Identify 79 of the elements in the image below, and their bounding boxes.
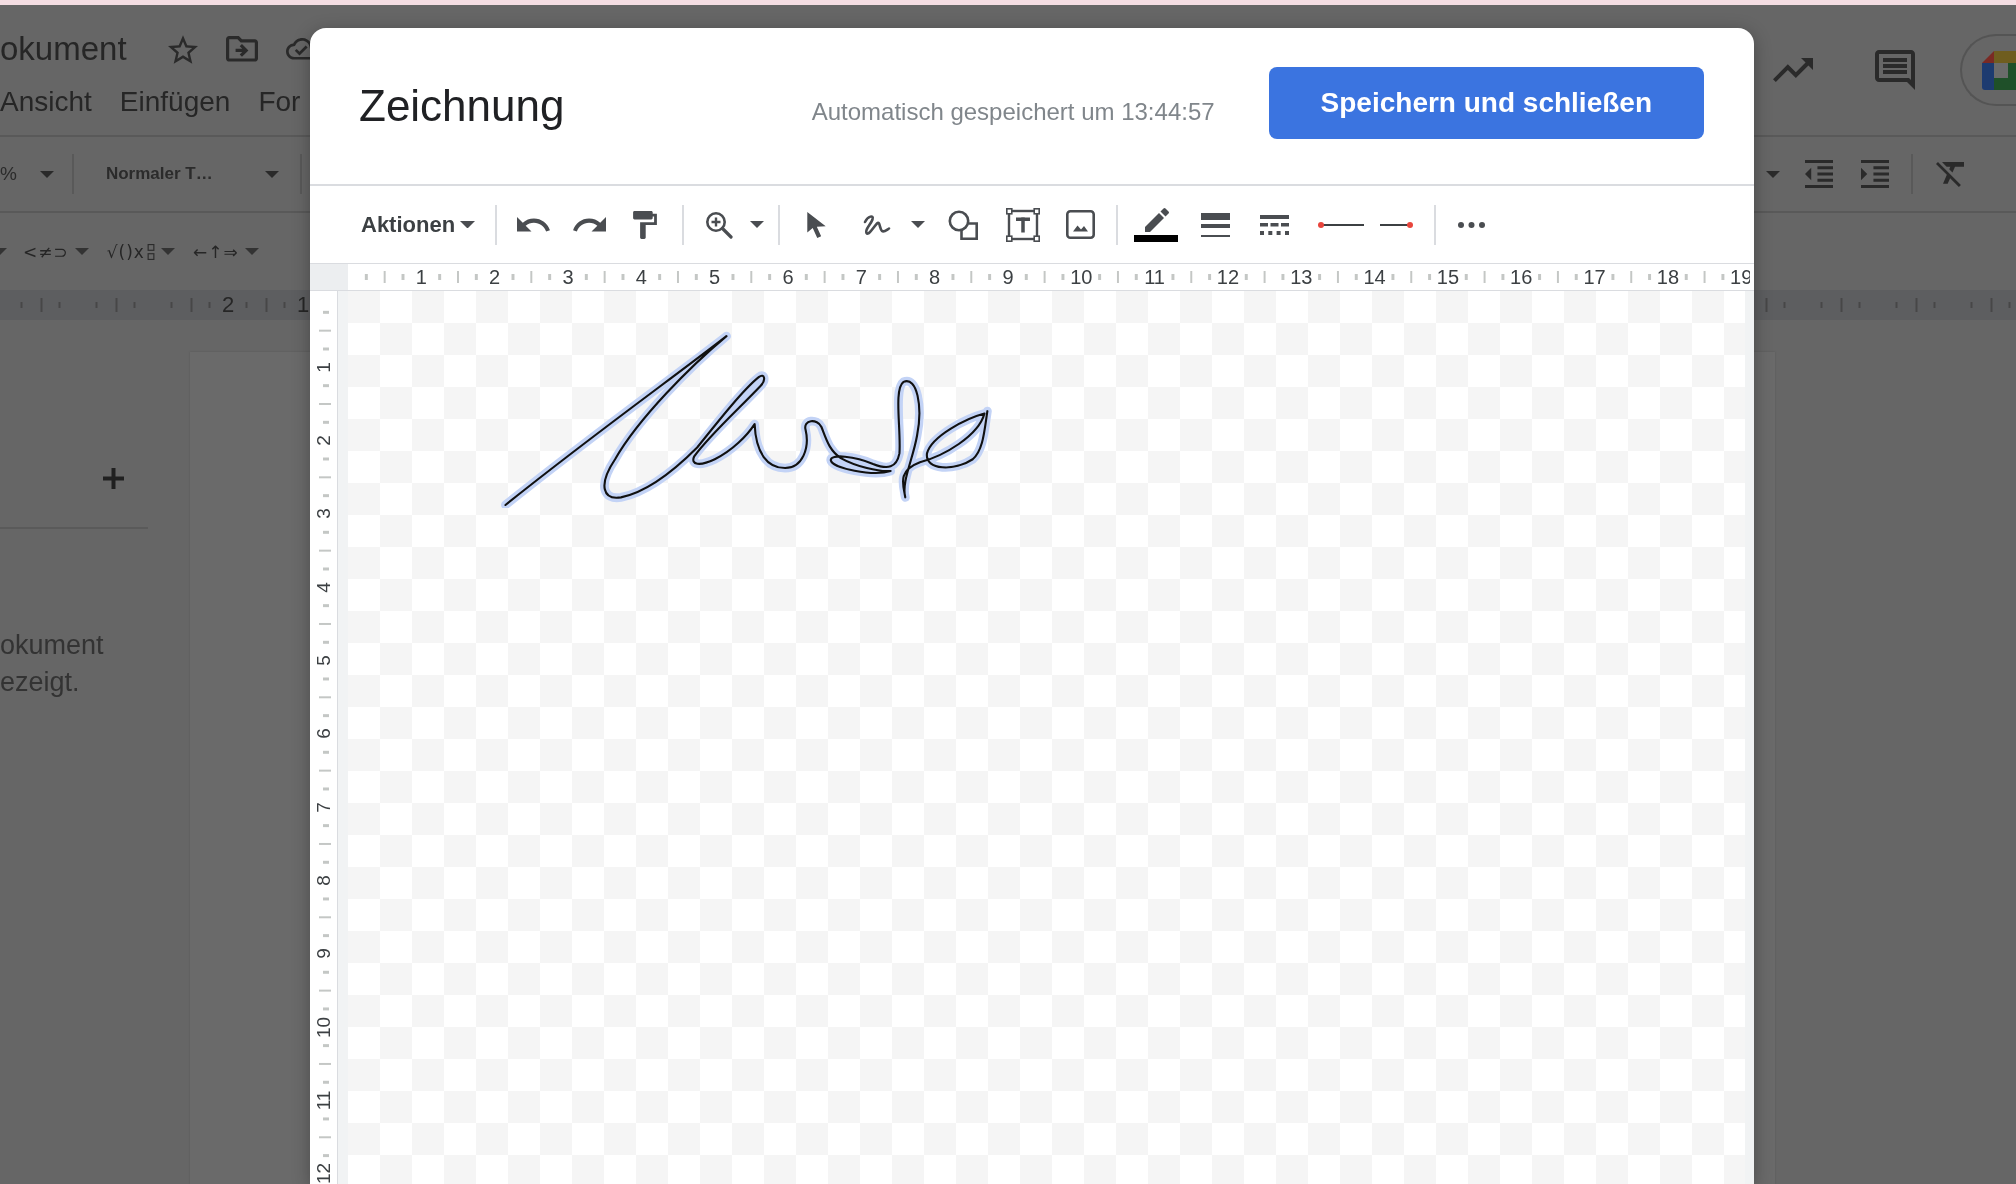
ruler-number: 1 bbox=[415, 267, 427, 287]
caret-icon bbox=[160, 248, 175, 255]
ruler-number: 10 bbox=[314, 1016, 333, 1038]
ruler-number: 2 bbox=[314, 435, 333, 446]
paint-roller-icon[interactable] bbox=[633, 210, 658, 239]
menu-item[interactable]: For bbox=[258, 85, 301, 119]
cloud-check-icon[interactable] bbox=[285, 38, 311, 60]
save-and-close-button[interactable]: Speichern und schließen bbox=[1268, 67, 1704, 139]
ruler-number: 5 bbox=[314, 655, 333, 666]
shape-icon[interactable] bbox=[948, 209, 979, 240]
ruler-number: 15 bbox=[1436, 267, 1460, 287]
ruler-number: 4 bbox=[635, 267, 647, 287]
indent-icon[interactable] bbox=[1861, 160, 1889, 188]
line-weight-icon[interactable] bbox=[1200, 212, 1230, 237]
paragraph-style-select[interactable]: Normaler T… bbox=[105, 154, 279, 194]
ruler-number: 16 bbox=[1510, 267, 1533, 287]
ruler-number: 7 bbox=[855, 267, 867, 287]
menu-item[interactable]: Ansicht bbox=[0, 85, 92, 119]
zoom-select[interactable]: % bbox=[0, 154, 54, 194]
caret-icon bbox=[244, 248, 259, 255]
ruler-number: 11 bbox=[1144, 267, 1165, 287]
caret-icon[interactable] bbox=[911, 221, 926, 228]
document-title[interactable]: okument bbox=[0, 27, 127, 71]
pointer-icon[interactable] bbox=[806, 211, 826, 238]
clear-formatting-icon[interactable] bbox=[1936, 161, 1964, 187]
ruler-number: 1 bbox=[314, 362, 333, 373]
menu-item[interactable]: Einfügen bbox=[119, 85, 231, 119]
superscript-subscript-icon bbox=[146, 243, 155, 260]
ruler-number: 10 bbox=[1070, 267, 1093, 287]
image-icon[interactable] bbox=[1065, 210, 1095, 239]
star-icon[interactable] bbox=[167, 34, 198, 64]
line-start-icon[interactable] bbox=[1318, 221, 1365, 228]
ruler-number: 12 bbox=[1216, 267, 1240, 287]
ruler-number: 17 bbox=[1583, 267, 1606, 287]
caret-icon bbox=[74, 248, 89, 255]
ruler-number: 9 bbox=[314, 948, 333, 960]
more-icon[interactable] bbox=[1457, 221, 1485, 228]
trend-icon[interactable] bbox=[1773, 58, 1813, 82]
line-end-icon[interactable] bbox=[1379, 221, 1413, 228]
dialog-title: Zeichnung bbox=[359, 80, 566, 132]
ruler-number: 11 bbox=[314, 1090, 333, 1111]
ruler-number: 18 bbox=[1656, 267, 1679, 287]
ruler-number: 1 bbox=[296, 294, 310, 316]
ruler-number: 5 bbox=[709, 267, 721, 287]
redo-icon[interactable] bbox=[572, 217, 606, 232]
ruler-number: 4 bbox=[314, 582, 333, 593]
caret-icon bbox=[264, 170, 279, 178]
symbol-menu[interactable]: √()x bbox=[106, 233, 175, 270]
actions-menu[interactable]: Aktionen bbox=[354, 200, 483, 249]
ruler-number: 2 bbox=[221, 294, 235, 316]
symbol-menu[interactable]: <≠⊃ bbox=[23, 233, 89, 270]
outdent-icon[interactable] bbox=[1805, 160, 1833, 188]
ruler-number: 6 bbox=[314, 728, 333, 740]
ruler-number: 3 bbox=[562, 267, 574, 287]
zoom-in-icon[interactable] bbox=[705, 210, 734, 239]
ruler-number: 13 bbox=[1290, 267, 1313, 287]
caret-icon bbox=[39, 170, 54, 178]
ruler-number: 12 bbox=[314, 1163, 333, 1184]
autosave-status: Automatisch gespeichert um 13:44:57 bbox=[811, 98, 1215, 126]
symbol-menu[interactable]: ←↑⇒ bbox=[192, 233, 259, 270]
camera-icon bbox=[1982, 50, 2016, 90]
text-box-icon[interactable] bbox=[1006, 207, 1041, 242]
comment-icon[interactable] bbox=[1875, 50, 1915, 90]
folder-arrow-icon[interactable] bbox=[225, 36, 258, 62]
ruler-number: 14 bbox=[1363, 267, 1386, 287]
line-dash-icon[interactable] bbox=[1259, 214, 1289, 235]
caret-icon bbox=[460, 220, 476, 229]
ruler-number: 2 bbox=[489, 267, 501, 287]
ruler-number: 6 bbox=[782, 267, 794, 287]
ruler-number: 8 bbox=[929, 267, 941, 287]
ruler-number: 8 bbox=[314, 875, 333, 886]
plus-icon[interactable] bbox=[103, 468, 124, 489]
scribble-icon[interactable] bbox=[862, 212, 892, 237]
caret-icon[interactable] bbox=[750, 221, 765, 228]
ruler-number: 9 bbox=[1002, 267, 1014, 287]
ruler-number: 7 bbox=[314, 802, 333, 813]
undo-icon[interactable] bbox=[516, 217, 550, 232]
pen-color-icon[interactable] bbox=[1134, 207, 1179, 242]
ruler-number: 3 bbox=[314, 508, 333, 520]
